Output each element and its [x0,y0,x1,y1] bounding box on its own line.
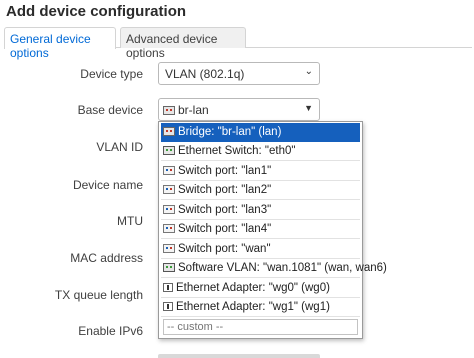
mac-address-label: MAC address [70,251,143,265]
vlan-icon [163,263,175,272]
wireguard-icon [163,283,173,292]
device-type-select[interactable]: VLAN (802.1q) ⌄ [158,62,320,85]
dropdown-arrow-icon: ▼ [304,103,313,113]
dropdown-option[interactable]: Software VLAN: "wan.1081" (wan, wan6) [161,259,387,278]
chevron-down-icon: ⌄ [304,66,313,77]
tab-bar: General device options Advanced device o… [4,27,472,60]
switch-port-icon [163,205,175,214]
bridge-icon [163,127,175,136]
base-device-label: Base device [77,103,143,117]
base-device-dropdown: Bridge: "br-lan" (lan) Ethernet Switch: … [158,121,387,339]
dropdown-option[interactable]: Switch port: "lan1" [161,162,360,181]
base-device-value: br-lan [178,103,209,117]
switch-port-icon [163,244,175,253]
device-name-label: Device name [72,178,143,192]
device-type-value: VLAN (802.1q) [165,67,245,81]
switch-port-icon [163,185,175,194]
dropdown-option[interactable]: Switch port: "lan2" [161,181,360,200]
mtu-label: MTU [117,214,143,228]
switch-port-icon [163,166,175,175]
dropdown-option[interactable]: Switch port: "lan3" [161,201,360,220]
wireguard-icon [163,302,173,311]
switch-port-icon [163,224,175,233]
vlan-id-label: VLAN ID [96,140,143,154]
dropdown-option[interactable]: Ethernet Switch: "eth0" [161,142,360,161]
enable-ipv6-label: Enable IPv6 [78,324,143,338]
ethernet-icon [163,146,175,155]
dialog-title: Add device configuration [6,3,187,20]
dropdown-option[interactable]: Ethernet Adapter: "wg0" (wg0) [161,279,360,298]
tx-queue-length-label: TX queue length [54,288,143,302]
dropdown-option[interactable]: Switch port: "wan" [161,240,360,259]
dropdown-option[interactable]: Ethernet Adapter: "wg1" (wg1) [161,298,360,317]
bridge-icon [163,106,175,115]
device-type-label: Device type [80,67,143,81]
next-field-edge [158,354,320,358]
base-device-select[interactable]: br-lan ▼ [158,98,320,121]
dropdown-option[interactable]: Switch port: "lan4" [161,220,360,239]
tab-general-device-options[interactable]: General device options [4,27,116,60]
custom-device-input[interactable] [163,319,358,335]
dropdown-option[interactable]: Bridge: "br-lan" (lan) [161,123,360,142]
tab-advanced-device-options[interactable]: Advanced device options [120,27,246,60]
